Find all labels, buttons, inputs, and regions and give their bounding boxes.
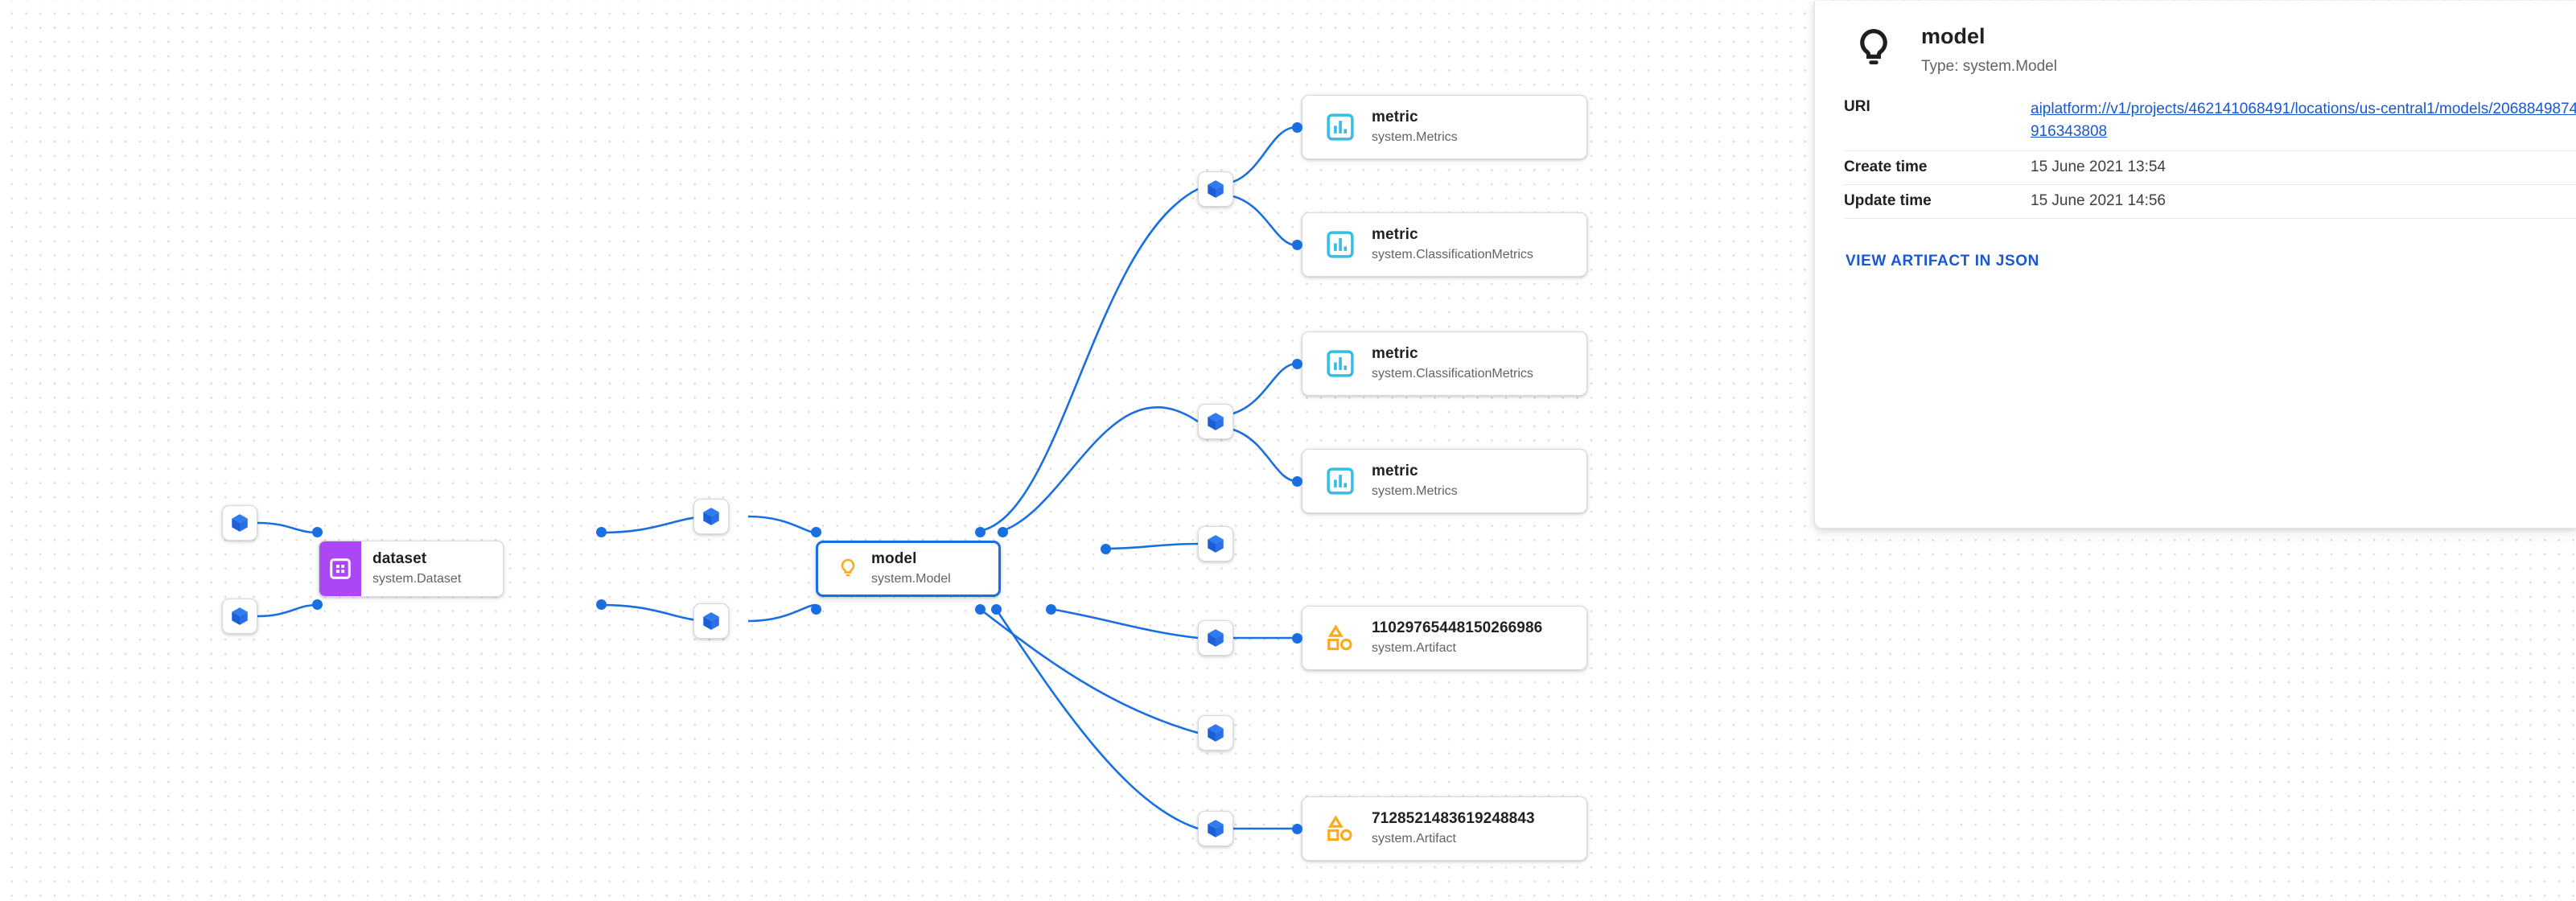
execution-node[interactable] bbox=[1198, 811, 1233, 846]
execution-node[interactable] bbox=[693, 603, 729, 639]
node-title: dataset bbox=[372, 549, 427, 567]
cube-icon bbox=[703, 612, 719, 630]
row-value: 15 June 2021 14:56 bbox=[2031, 184, 2576, 220]
node-title: metric bbox=[1372, 344, 1418, 362]
node-artifact[interactable]: 7128521483619248843 system.Artifact bbox=[1302, 796, 1587, 861]
artifact-icon-wrap bbox=[1317, 623, 1364, 653]
row-key: URI bbox=[1844, 97, 2031, 152]
edge-anchor-dot bbox=[1292, 122, 1302, 133]
view-artifact-in-json-button[interactable]: VIEW ARTIFACT IN JSON bbox=[1846, 253, 2039, 270]
node-title: metric bbox=[1372, 108, 1418, 125]
row-value: 15 June 2021 13:54 bbox=[2031, 150, 2576, 186]
node-title: 11029765448150266986 bbox=[1372, 619, 1543, 636]
panel-type-label: Type: system.Model bbox=[1921, 58, 2057, 76]
node-metric[interactable]: metric system.Metrics bbox=[1302, 449, 1587, 513]
cube-icon bbox=[1208, 413, 1224, 430]
edge-anchor-dot bbox=[1046, 604, 1056, 615]
execution-node[interactable] bbox=[222, 505, 257, 541]
edge-anchor-dot bbox=[1292, 824, 1302, 834]
node-subtitle: system.Metrics bbox=[1372, 130, 1458, 144]
node-subtitle: system.Dataset bbox=[372, 571, 462, 586]
edge-anchor-dot bbox=[1292, 476, 1302, 487]
edge-anchor-dot bbox=[596, 527, 607, 537]
shapes-icon bbox=[1327, 815, 1352, 841]
cube-icon bbox=[703, 508, 719, 525]
row-value: aiplatform://v1/projects/462141068491/lo… bbox=[2031, 97, 2576, 152]
edge-anchor-dot bbox=[1292, 359, 1302, 369]
edge-anchor-dot bbox=[312, 599, 323, 610]
node-metric[interactable]: metric system.ClassificationMetrics bbox=[1302, 212, 1587, 277]
node-subtitle: system.ClassificationMetrics bbox=[1372, 366, 1533, 381]
node-metric[interactable]: metric system.ClassificationMetrics bbox=[1302, 331, 1587, 396]
metric-icon-wrap bbox=[1317, 229, 1364, 260]
row-key: Create time bbox=[1844, 150, 2031, 186]
node-subtitle: system.Artifact bbox=[1372, 831, 1456, 845]
panel-header: model Type: system.Model bbox=[1844, 1, 2548, 76]
cube-icon bbox=[1208, 535, 1224, 553]
execution-node[interactable] bbox=[1198, 404, 1233, 439]
cube-icon bbox=[232, 514, 248, 532]
panel-title: model bbox=[1921, 24, 1985, 48]
bar-chart-icon bbox=[1327, 231, 1354, 258]
edge-anchor-dot bbox=[1292, 240, 1302, 250]
metric-icon-wrap bbox=[1317, 348, 1364, 379]
node-subtitle: system.ClassificationMetrics bbox=[1372, 247, 1533, 261]
node-title: metric bbox=[1372, 462, 1418, 479]
node-model[interactable]: model system.Model bbox=[816, 541, 1001, 597]
cube-icon bbox=[1208, 180, 1224, 198]
node-subtitle: system.Model bbox=[871, 571, 951, 586]
edge-anchor-dot bbox=[1101, 544, 1111, 554]
execution-node[interactable] bbox=[222, 599, 257, 634]
metadata-table: URI aiplatform://v1/projects/46214106849… bbox=[1844, 97, 2576, 220]
node-subtitle: system.Metrics bbox=[1372, 483, 1458, 498]
node-subtitle: system.Artifact bbox=[1372, 640, 1456, 655]
node-metric[interactable]: metric system.Metrics bbox=[1302, 95, 1587, 159]
cube-icon bbox=[232, 607, 248, 625]
dataset-icon-block bbox=[319, 541, 361, 596]
table-row: URI aiplatform://v1/projects/46214106849… bbox=[1844, 97, 2576, 152]
execution-node[interactable] bbox=[1198, 526, 1233, 562]
uri-link[interactable]: aiplatform://v1/projects/462141068491/lo… bbox=[2031, 98, 2576, 142]
bar-chart-icon bbox=[1327, 350, 1354, 377]
execution-node[interactable] bbox=[1198, 715, 1233, 751]
table-row: Update time 15 June 2021 14:56 bbox=[1844, 184, 2576, 220]
lightbulb-icon bbox=[841, 558, 855, 577]
metric-icon-wrap bbox=[1317, 466, 1364, 496]
cube-icon bbox=[1208, 820, 1224, 837]
edge-anchor-dot bbox=[975, 527, 986, 537]
edge-anchor-dot bbox=[1292, 633, 1302, 644]
edge-anchor-dot bbox=[312, 527, 323, 537]
node-title: model bbox=[871, 549, 917, 567]
artifact-icon-wrap bbox=[1317, 813, 1364, 844]
cube-icon bbox=[1208, 724, 1224, 742]
cube-icon bbox=[1208, 629, 1224, 647]
execution-node[interactable] bbox=[1198, 620, 1233, 656]
row-key: Update time bbox=[1844, 184, 2031, 220]
node-title: 7128521483619248843 bbox=[1372, 809, 1535, 827]
node-dataset[interactable]: dataset system.Dataset bbox=[319, 541, 504, 597]
lightbulb-icon bbox=[1860, 28, 1887, 64]
edge-anchor-dot bbox=[975, 604, 986, 615]
table-row: Create time 15 June 2021 13:54 bbox=[1844, 150, 2576, 186]
model-icon-wrap bbox=[831, 557, 865, 581]
bar-chart-icon bbox=[1327, 467, 1354, 495]
edge-anchor-dot bbox=[991, 604, 1002, 615]
dataset-grid-icon bbox=[330, 558, 351, 579]
edge-anchor-dot bbox=[811, 604, 821, 615]
execution-node[interactable] bbox=[693, 499, 729, 534]
execution-node[interactable] bbox=[1198, 171, 1233, 207]
panel-icon-wrap bbox=[1844, 23, 1903, 73]
shapes-icon bbox=[1327, 624, 1352, 651]
artifact-details-panel: model Type: system.Model URI aiplatform:… bbox=[1814, 1, 2576, 529]
node-title: metric bbox=[1372, 225, 1418, 243]
bar-chart-icon bbox=[1327, 113, 1354, 141]
metric-icon-wrap bbox=[1317, 112, 1364, 142]
edge-anchor-dot bbox=[998, 527, 1008, 537]
lineage-graph-screen: dataset system.Dataset model system.Mode… bbox=[0, 0, 2576, 901]
edge-anchor-dot bbox=[811, 527, 821, 537]
edge-anchor-dot bbox=[596, 599, 607, 610]
node-artifact[interactable]: 11029765448150266986 system.Artifact bbox=[1302, 606, 1587, 670]
